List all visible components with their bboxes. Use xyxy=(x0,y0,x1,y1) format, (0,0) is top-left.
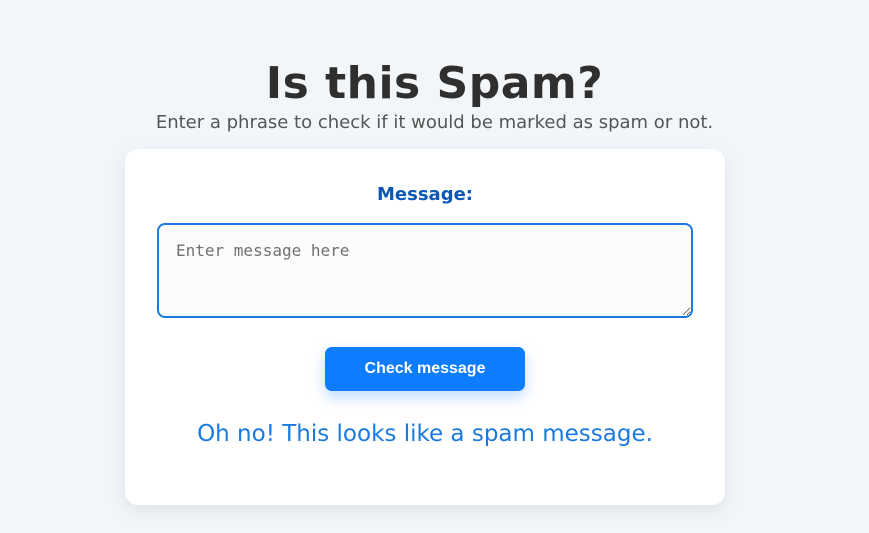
page-subtitle: Enter a phrase to check if it would be m… xyxy=(155,112,714,133)
message-textarea[interactable] xyxy=(157,223,693,318)
result-message: Oh no! This looks like a spam message. xyxy=(197,421,653,447)
message-label: Message: xyxy=(377,184,473,205)
page-title: Is this Spam? xyxy=(265,58,604,110)
check-message-button[interactable]: Check message xyxy=(325,347,525,391)
spam-check-card: Message: Check message Oh no! This looks… xyxy=(125,149,725,505)
